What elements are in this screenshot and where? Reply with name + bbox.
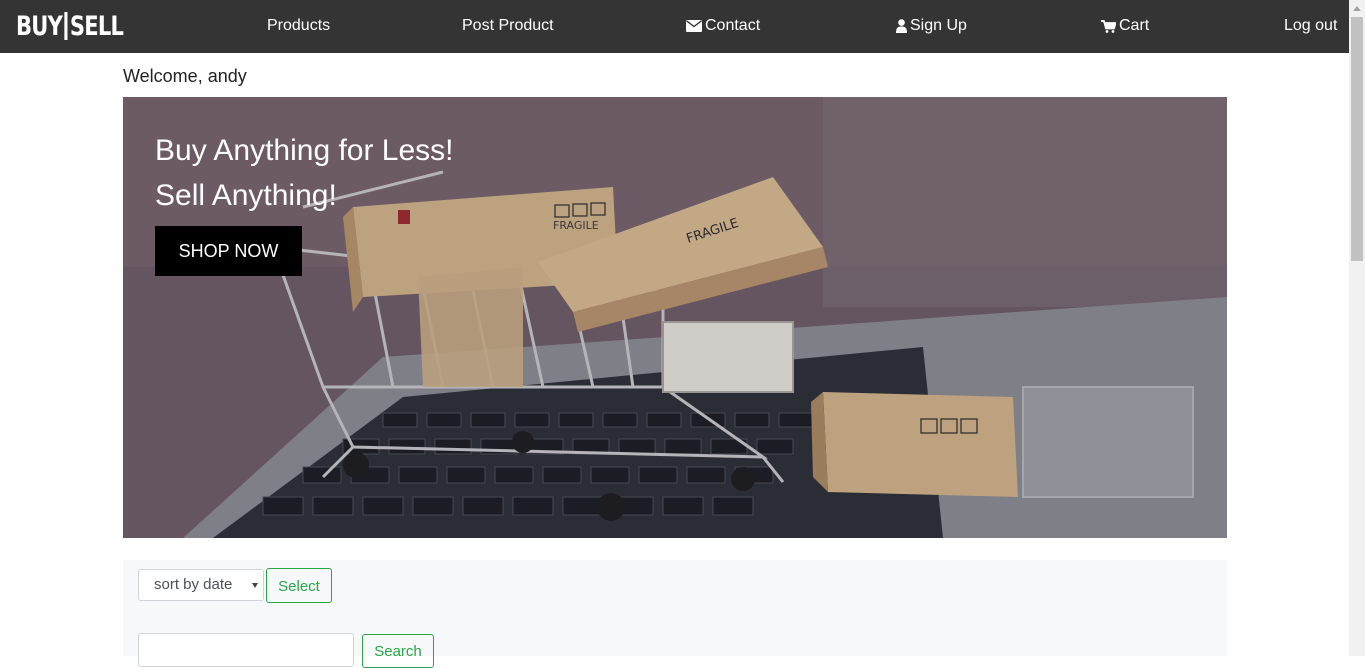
nav-cart-link[interactable]: Cart	[1101, 15, 1149, 37]
user-icon	[896, 19, 907, 33]
nav-log-out-link[interactable]: Log out	[1284, 15, 1337, 37]
logo-divider	[64, 12, 68, 40]
nav-sign-up-label: Sign Up	[910, 17, 967, 34]
shop-now-button[interactable]: SHOP NOW	[155, 226, 302, 276]
hero-headline: Buy Anything for Less!	[155, 134, 454, 167]
page-scrollbar[interactable]	[1349, 0, 1365, 656]
nav-log-out-label: Log out	[1284, 17, 1338, 34]
welcome-message: Welcome, andy	[123, 66, 247, 86]
nav-products-label: Products	[267, 17, 331, 34]
nav-sign-up-link[interactable]: Sign Up	[896, 15, 967, 37]
scroll-up-arrow-icon[interactable]	[1353, 6, 1361, 11]
logo-text-sell: SELL	[69, 10, 124, 42]
scrollbar-thumb[interactable]	[1351, 17, 1363, 261]
nav-contact-label: Contact	[705, 17, 761, 34]
logo-text-buy: BUY	[16, 10, 63, 42]
search-input[interactable]	[138, 633, 354, 667]
top-navbar: BUY SELL Products Post Product Contact S…	[0, 0, 1349, 53]
search-button[interactable]: Search	[362, 634, 434, 668]
dropdown-caret-icon	[252, 583, 258, 588]
nav-post-product-link[interactable]: Post Product	[462, 15, 554, 37]
nav-post-product-label: Post Product	[462, 17, 554, 34]
nav-products-link[interactable]: Products	[267, 15, 330, 37]
nav-cart-label: Cart	[1119, 17, 1150, 34]
envelope-icon	[686, 20, 702, 32]
hero-banner: FRAGILE FRAGILE Buy Anything for Less! S…	[123, 97, 1227, 538]
brand-logo[interactable]: BUY SELL	[16, 8, 124, 44]
filter-panel: sort by date Select Search	[123, 560, 1227, 668]
cart-icon	[1101, 19, 1116, 33]
nav-contact-link[interactable]: Contact	[686, 15, 760, 37]
sort-dropdown-value: sort by date	[154, 576, 233, 593]
sort-dropdown[interactable]: sort by date	[138, 569, 264, 601]
select-sort-button[interactable]: Select	[266, 568, 332, 603]
hero-subheadline: Sell Anything!	[155, 179, 337, 212]
